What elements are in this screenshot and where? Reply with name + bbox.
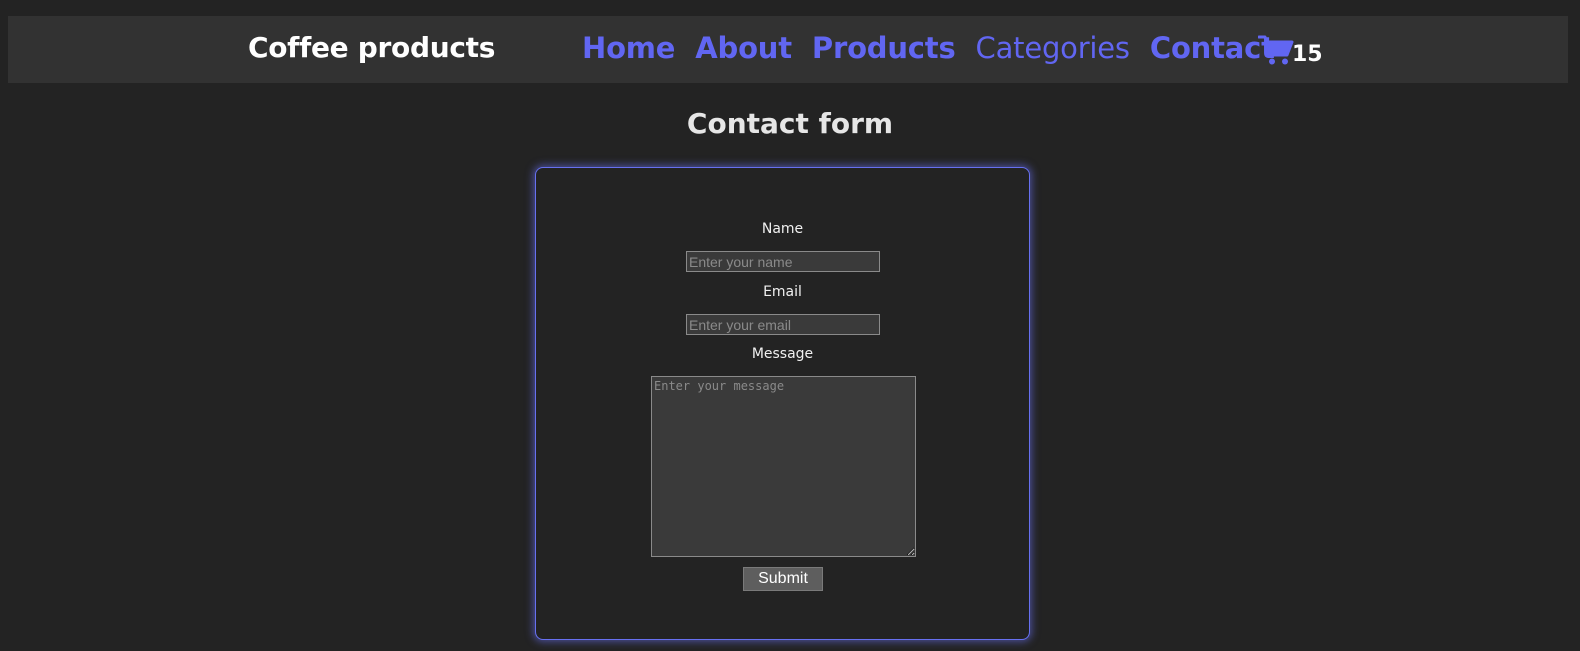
name-input[interactable] [686,251,880,272]
nav-menu: Home About Products Categories Contact [582,31,1275,65]
cart-icon[interactable] [1258,34,1294,66]
nav-link-categories[interactable]: Categories [976,31,1131,65]
nav-link-home[interactable]: Home [582,31,675,65]
message-textarea[interactable] [651,376,916,557]
email-input[interactable] [686,314,880,335]
nav-link-about[interactable]: About [695,31,792,65]
page-title: Contact form [686,107,894,140]
cart-count-badge: 15 [1292,42,1323,67]
message-label: Message [751,346,814,362]
email-label: Email [763,284,802,300]
name-label: Name [761,221,804,237]
contact-form: Name Email Message Submit [535,167,1030,640]
submit-button[interactable]: Submit [743,567,823,591]
nav-link-contact[interactable]: Contact [1150,31,1275,65]
cart-button[interactable]: 15 [1258,34,1323,66]
nav-link-products[interactable]: Products [812,31,956,65]
navbar: Coffee products Home About Products Cate… [8,16,1568,83]
brand-logo[interactable]: Coffee products [248,31,495,64]
